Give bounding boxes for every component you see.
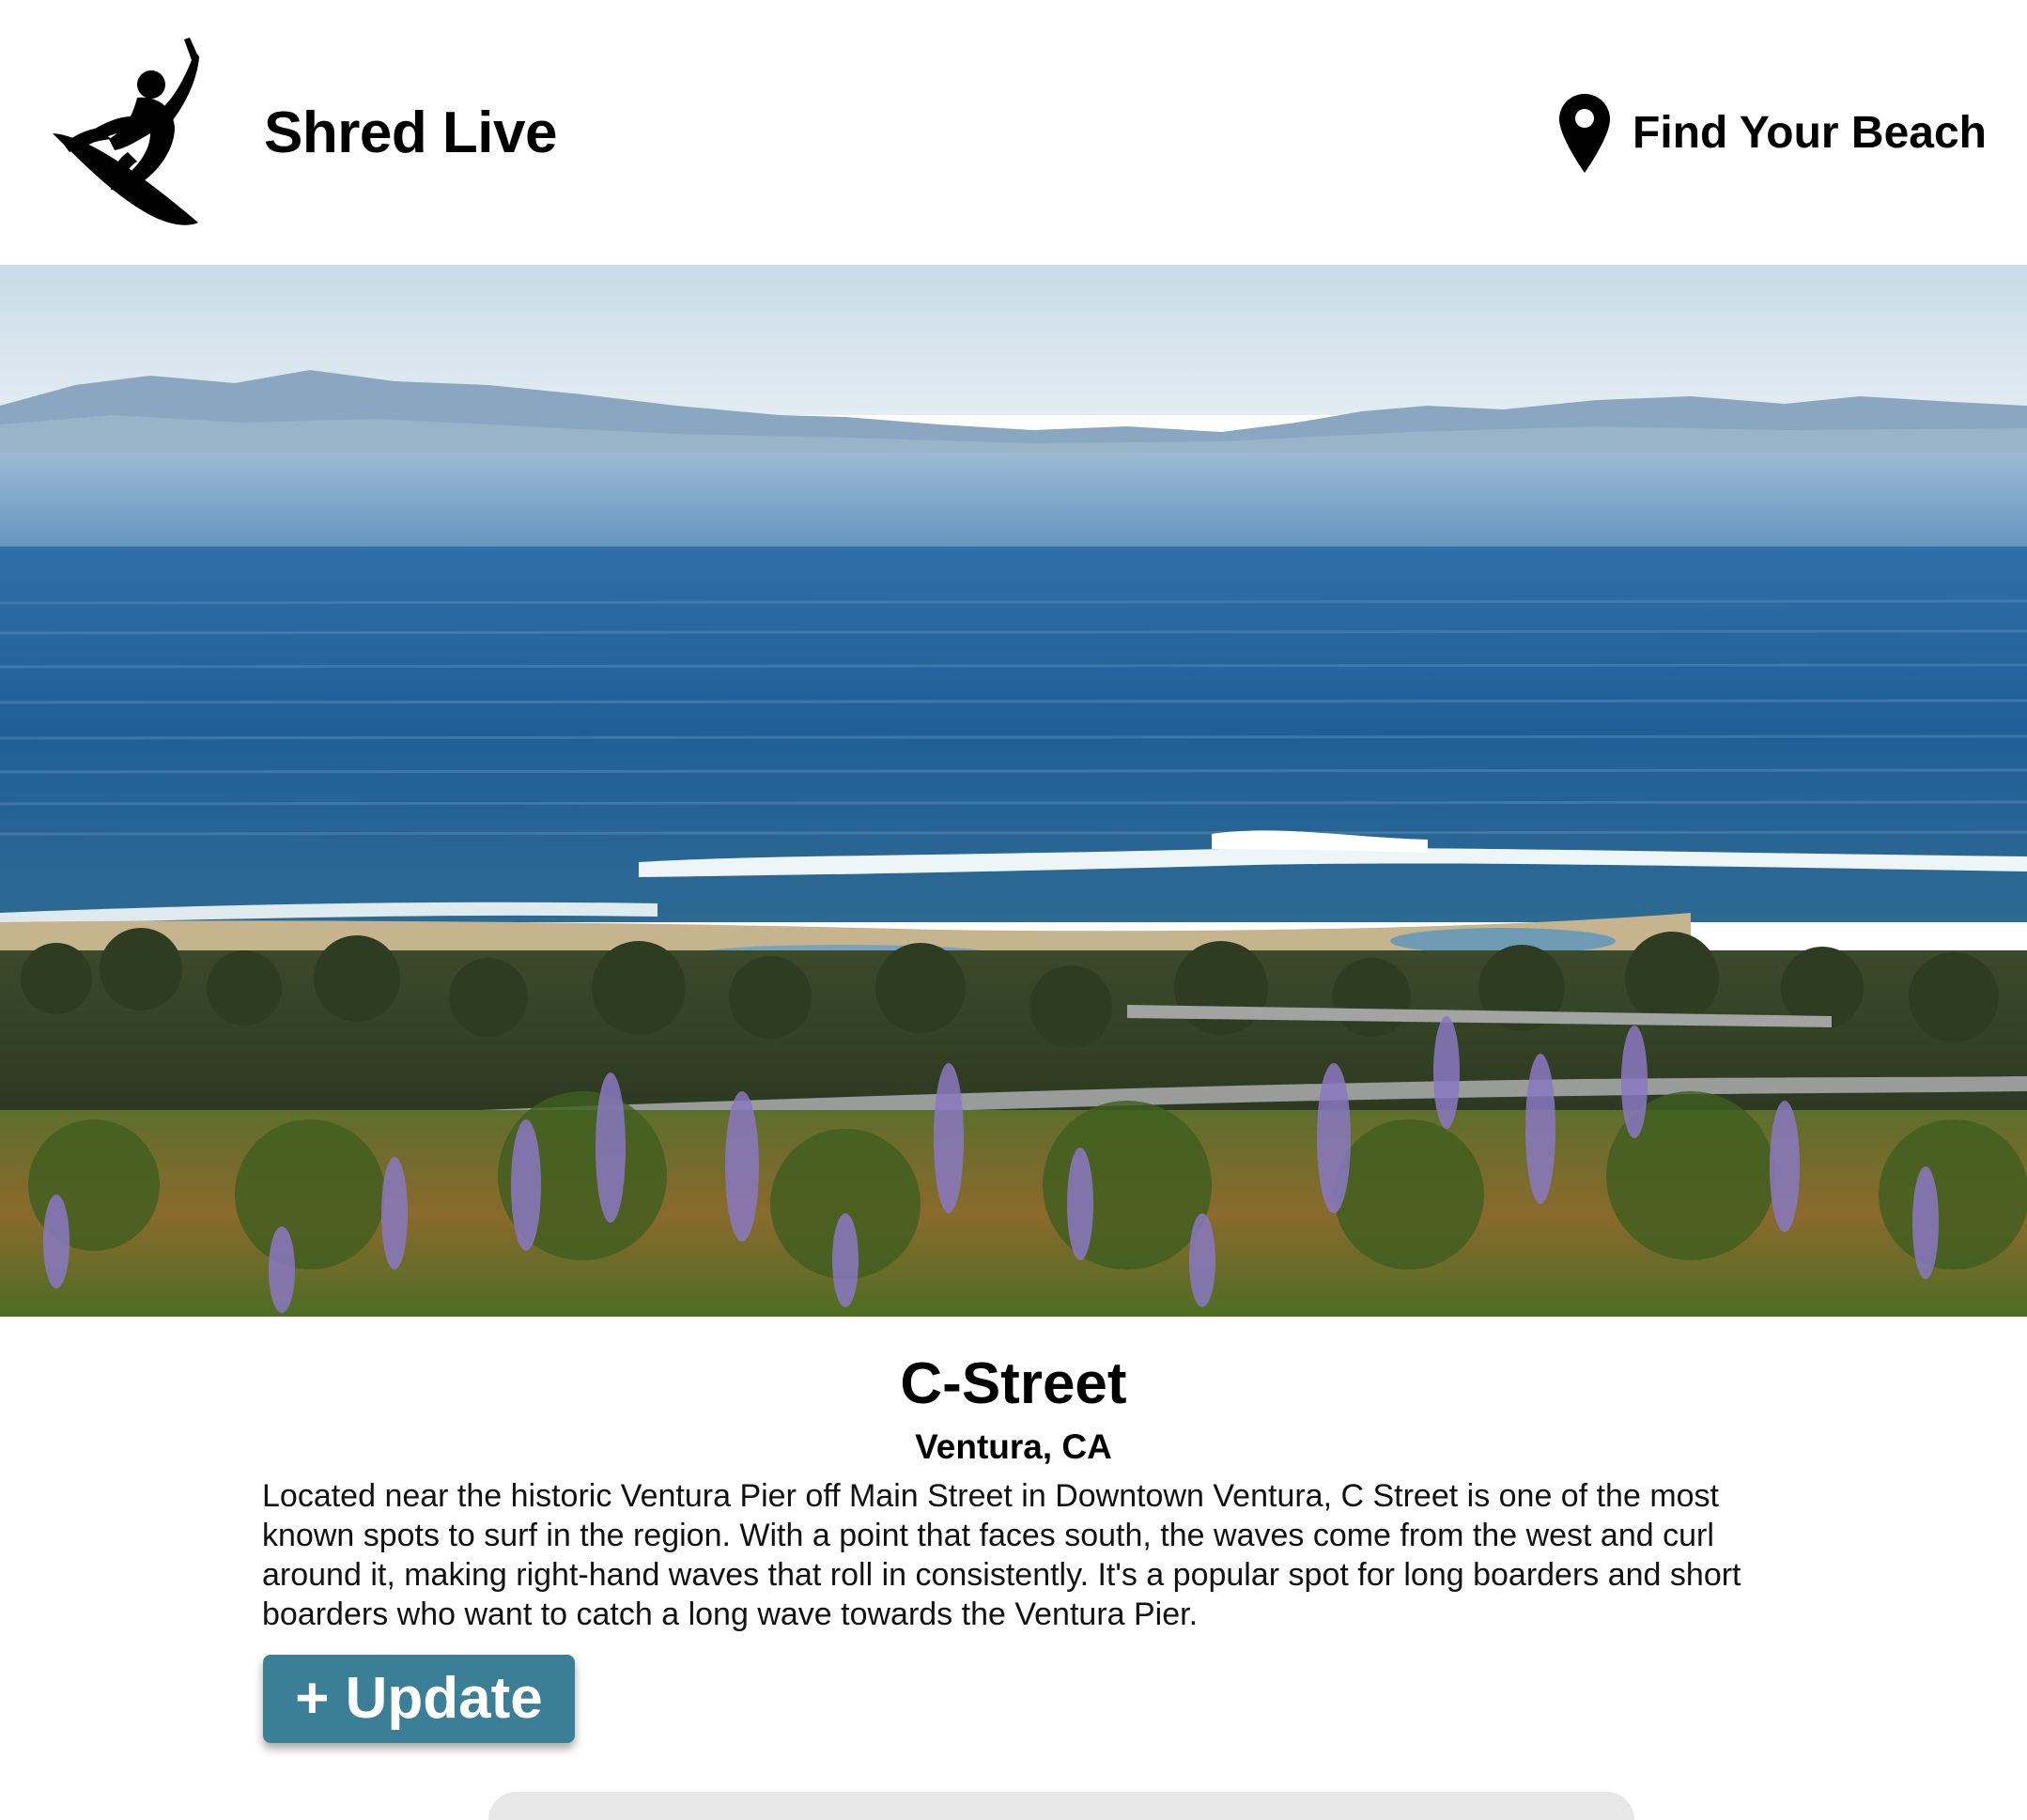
find-your-beach-label: Find Your Beach [1632, 108, 1987, 158]
next-section-card [488, 1792, 1634, 1820]
beach-name: C-Street [900, 1351, 1127, 1416]
beach-location: Ventura, CA [915, 1427, 1112, 1466]
update-button[interactable]: + Update [263, 1655, 575, 1743]
beach-photo [0, 265, 2027, 1317]
hero-image [0, 265, 2027, 1317]
site-header: Shred Live Find Your Beach [0, 0, 2027, 265]
map-pin-icon [1559, 94, 1611, 173]
brand-name[interactable]: Shred Live [264, 96, 558, 171]
beach-description: Located near the historic Ventura Pier o… [262, 1478, 1741, 1632]
find-your-beach-link[interactable]: Find Your Beach [1559, 94, 1987, 173]
surfer-logo-icon[interactable] [34, 30, 231, 227]
